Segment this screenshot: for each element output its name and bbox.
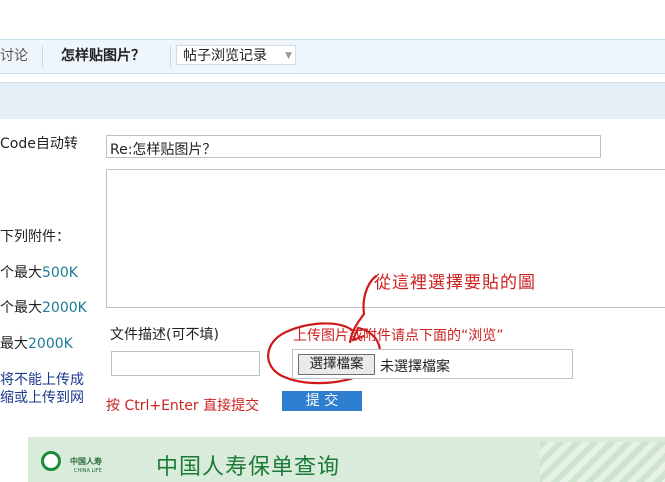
limit-prefix: 最大 xyxy=(0,336,28,352)
tab-bar: 讨论 怎样贴图片？ 帖子浏览记录 ▼ xyxy=(0,39,665,74)
history-dropdown[interactable]: 帖子浏览记录 ▼ xyxy=(176,45,296,65)
limit-value: 2000K xyxy=(28,336,73,352)
subject-input[interactable]: Re:怎样贴图片？ xyxy=(106,135,601,158)
code-auto-label: Code自动转 xyxy=(0,136,78,152)
chevron-down-icon: ▼ xyxy=(285,51,292,61)
banner-brand-cn: 中国人寿 xyxy=(70,457,102,466)
tab-post-title[interactable]: 怎样贴图片？ xyxy=(61,40,145,73)
tab-divider xyxy=(170,46,171,67)
limit-value: 2000K xyxy=(42,300,87,316)
tab-divider xyxy=(42,46,43,67)
tab-discuss[interactable]: 讨论 xyxy=(0,40,28,73)
section-band xyxy=(0,82,665,119)
limit-value: 500K xyxy=(42,265,78,281)
banner-brand-en: CHINA LIFE xyxy=(74,468,102,474)
banner-decoration xyxy=(540,442,665,482)
banner-title: 中国人寿保单查询 xyxy=(156,455,341,480)
history-label: 帖子浏览记录 xyxy=(183,48,267,64)
limit-row-2: 个最大2000K xyxy=(0,297,87,317)
attachments-label: 下列附件： xyxy=(0,229,70,245)
limit-prefix: 个最大 xyxy=(0,300,42,316)
upload-note-line-2: 缩或上传到网 xyxy=(0,390,84,406)
description-input[interactable] xyxy=(111,351,260,376)
china-life-logo-icon xyxy=(41,451,61,471)
limit-row-1: 个最大500K xyxy=(0,262,78,282)
annotation-text: 從這裡選擇要貼的圖 xyxy=(374,273,536,293)
description-label: 文件描述(可不填) xyxy=(110,327,219,343)
upload-hint: 上传图片或附件请点下面的“浏览” xyxy=(293,328,504,344)
limit-prefix: 个最大 xyxy=(0,265,42,281)
hotkey-hint: 按 Ctrl+Enter 直接提交 xyxy=(106,398,260,414)
limit-row-3: 最大2000K xyxy=(0,333,73,353)
no-file-selected-text: 未選擇檔案 xyxy=(380,359,450,375)
choose-file-button[interactable]: 選擇檔案 xyxy=(298,354,375,375)
upload-note-line-1: 将不能上传成 xyxy=(0,372,84,388)
submit-button[interactable]: 提 交 xyxy=(282,391,362,411)
